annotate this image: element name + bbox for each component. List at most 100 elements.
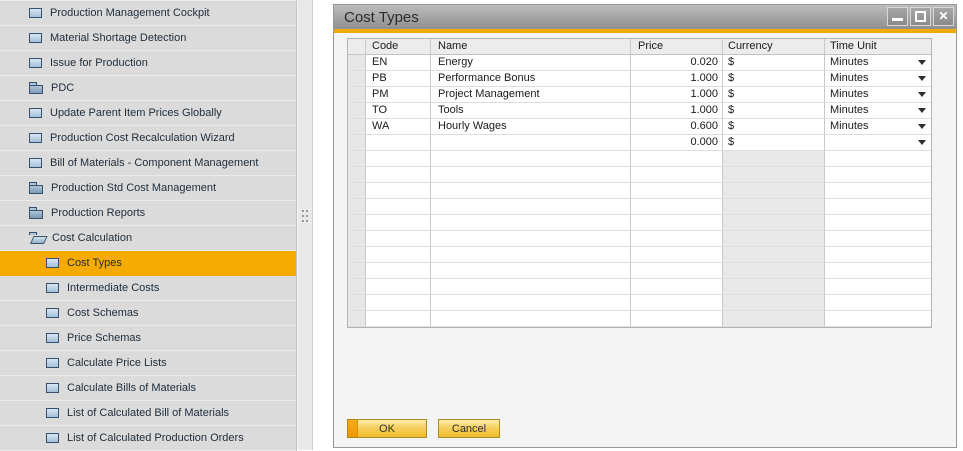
cell-time-unit[interactable]: Minutes [825,71,931,87]
cell-code[interactable] [366,167,431,183]
cell-code[interactable]: PM [366,87,431,103]
cell-price[interactable] [631,183,723,199]
cell-code[interactable]: PB [366,71,431,87]
header-currency[interactable]: Currency [723,39,825,55]
cell-price[interactable]: 0.600 [631,119,723,135]
cell-code[interactable] [366,247,431,263]
dropdown-arrow-icon[interactable] [918,140,926,145]
sidebar-item[interactable]: Issue for Production [0,51,296,76]
cell-name[interactable] [431,263,631,279]
sidebar-item[interactable]: Cost Calculation [0,226,296,251]
sidebar-item[interactable]: Production Cost Recalculation Wizard [0,126,296,151]
cell-code[interactable] [366,135,431,151]
cell-currency[interactable]: $ [723,103,825,119]
cell-name[interactable] [431,151,631,167]
ok-button[interactable]: OK [347,419,427,438]
cell-code[interactable]: WA [366,119,431,135]
cell-currency[interactable]: $ [723,55,825,71]
sidebar-item[interactable]: Intermediate Costs [0,276,296,301]
sidebar-item[interactable]: Production Reports [0,201,296,226]
cell-price[interactable]: 1.000 [631,103,723,119]
sidebar-item[interactable]: PDC [0,76,296,101]
sidebar-item[interactable]: Production Std Cost Management [0,176,296,201]
cell-code[interactable] [366,295,431,311]
row-selector[interactable] [348,103,366,119]
cell-name[interactable] [431,279,631,295]
cell-name[interactable]: Project Management [431,87,631,103]
cell-code[interactable]: EN [366,55,431,71]
cell-time-unit[interactable]: Minutes [825,119,931,135]
row-selector[interactable] [348,231,366,247]
cell-name[interactable] [431,311,631,327]
cell-currency[interactable]: $ [723,135,825,151]
cell-price[interactable] [631,199,723,215]
cell-name[interactable] [431,183,631,199]
cell-currency[interactable]: $ [723,87,825,103]
cell-price[interactable] [631,231,723,247]
dropdown-arrow-icon[interactable] [918,92,926,97]
sidebar-item[interactable]: Update Parent Item Prices Globally [0,101,296,126]
row-selector[interactable] [348,183,366,199]
window-titlebar[interactable]: Cost Types ✕ [334,5,956,29]
header-time-unit[interactable]: Time Unit [825,39,931,55]
dropdown-arrow-icon[interactable] [918,76,926,81]
cell-time-unit[interactable] [825,231,931,247]
sidebar-item[interactable]: Price Schemas [0,326,296,351]
cell-time-unit[interactable]: Minutes [825,103,931,119]
cancel-button[interactable]: Cancel [438,419,500,438]
cell-code[interactable] [366,199,431,215]
cell-code[interactable] [366,151,431,167]
cell-name[interactable]: Performance Bonus [431,71,631,87]
cell-time-unit[interactable] [825,167,931,183]
cell-code[interactable] [366,215,431,231]
row-selector[interactable] [348,119,366,135]
cell-price[interactable]: 1.000 [631,71,723,87]
cell-code[interactable] [366,279,431,295]
dropdown-arrow-icon[interactable] [918,124,926,129]
cell-price[interactable] [631,279,723,295]
cell-price[interactable] [631,247,723,263]
sidebar-item[interactable]: Cost Schemas [0,301,296,326]
sidebar-item[interactable]: Material Shortage Detection [0,26,296,51]
dropdown-arrow-icon[interactable] [918,108,926,113]
cell-time-unit[interactable] [825,183,931,199]
row-selector[interactable] [348,311,366,327]
sidebar-splitter[interactable] [297,0,313,450]
cell-code[interactable] [366,311,431,327]
row-selector[interactable] [348,199,366,215]
cell-name[interactable] [431,167,631,183]
cell-time-unit[interactable] [825,215,931,231]
cell-code[interactable]: TO [366,103,431,119]
sidebar-item[interactable]: Calculate Price Lists [0,351,296,376]
row-selector[interactable] [348,55,366,71]
cell-time-unit[interactable] [825,135,931,151]
cell-price[interactable]: 0.000 [631,135,723,151]
dropdown-arrow-icon[interactable] [918,60,926,65]
cell-name[interactable] [431,247,631,263]
cell-time-unit[interactable] [825,151,931,167]
cell-price[interactable] [631,167,723,183]
row-selector[interactable] [348,151,366,167]
row-selector[interactable] [348,279,366,295]
cell-price[interactable] [631,151,723,167]
row-selector[interactable] [348,71,366,87]
cell-currency[interactable]: $ [723,71,825,87]
cell-name[interactable] [431,199,631,215]
header-code[interactable]: Code [366,39,431,55]
cell-code[interactable] [366,263,431,279]
sidebar-item[interactable]: Production Management Cockpit [0,1,296,26]
cell-name[interactable] [431,295,631,311]
cell-currency[interactable]: $ [723,119,825,135]
cell-name[interactable] [431,135,631,151]
cell-name[interactable]: Tools [431,103,631,119]
sidebar-item[interactable]: Calculate Bills of Materials [0,376,296,401]
splitter-grip-icon[interactable] [302,210,309,223]
sidebar-item[interactable]: List of Calculated Bill of Materials [0,401,296,426]
cell-price[interactable]: 0.020 [631,55,723,71]
header-price[interactable]: Price [631,39,723,55]
cell-price[interactable] [631,263,723,279]
cell-code[interactable] [366,231,431,247]
cell-price[interactable]: 1.000 [631,87,723,103]
cell-time-unit[interactable] [825,247,931,263]
cell-time-unit[interactable] [825,295,931,311]
